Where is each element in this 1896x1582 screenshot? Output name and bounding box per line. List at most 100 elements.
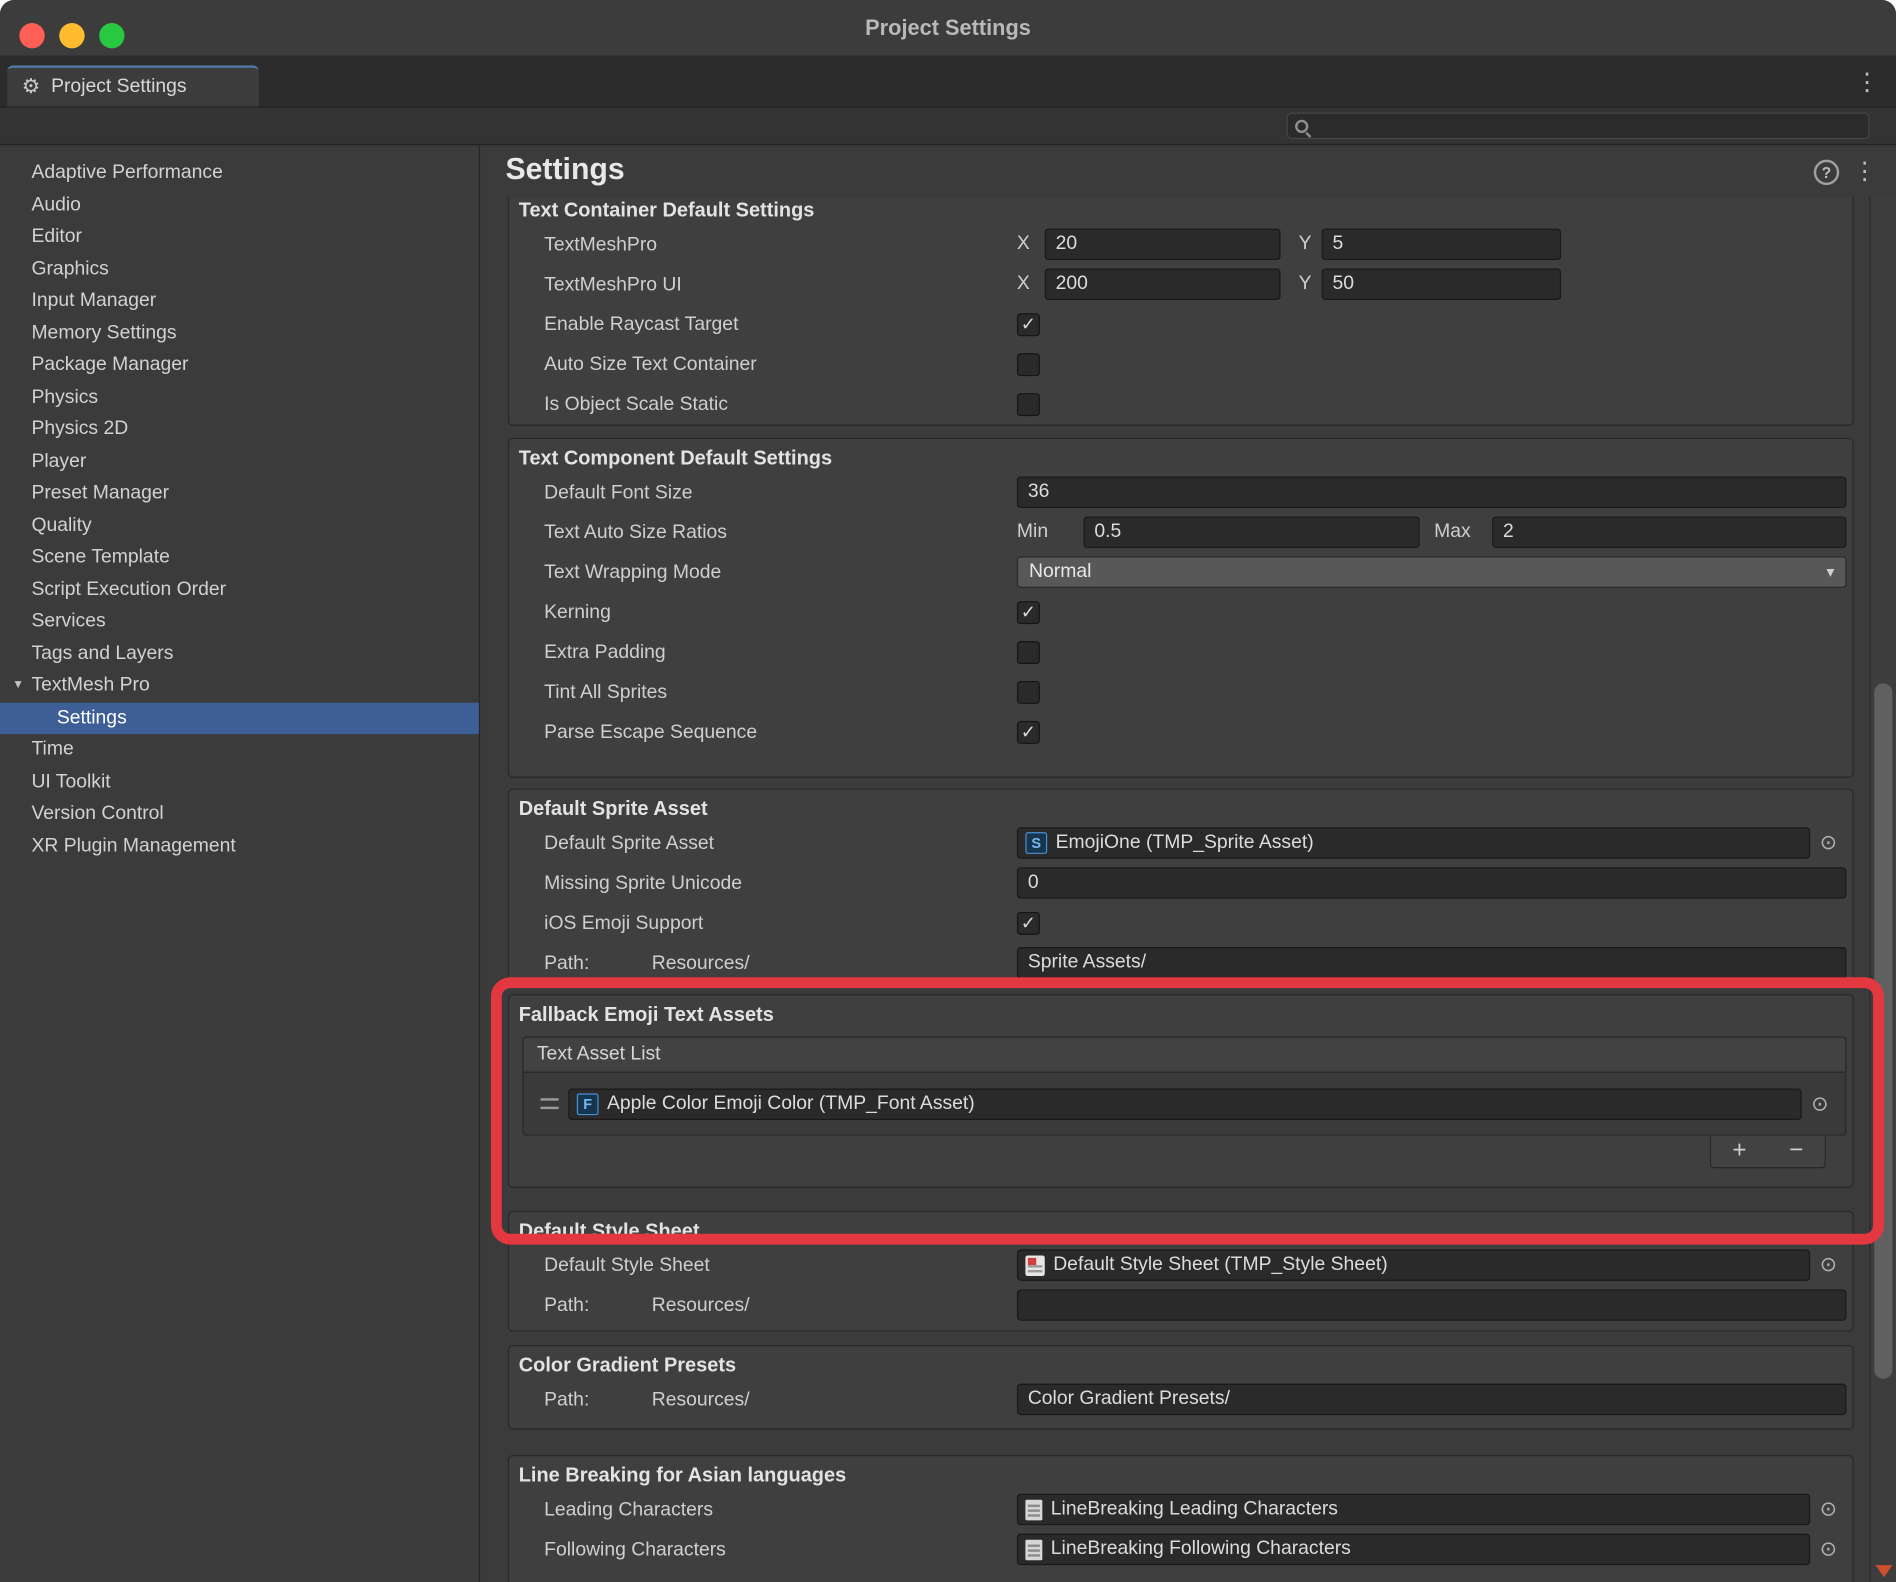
- textmeshpro-ui-y-input[interactable]: [1322, 269, 1561, 300]
- sidebar-item-adaptive-performance[interactable]: Adaptive Performance: [0, 157, 479, 189]
- text-asset-icon: [1025, 1539, 1042, 1560]
- sidebar-item-player[interactable]: Player: [0, 446, 479, 478]
- object-value: Apple Color Emoji Color (TMP_Font Asset): [607, 1093, 975, 1115]
- ios-emoji-support-checkbox[interactable]: [1017, 911, 1040, 934]
- tab-project-settings[interactable]: ⚙ Project Settings: [7, 65, 259, 106]
- foldout-icon[interactable]: ▼: [12, 670, 24, 702]
- sidebar-item-memory-settings[interactable]: Memory Settings: [0, 317, 479, 349]
- panel-menu-icon[interactable]: ⋮: [1852, 156, 1876, 186]
- kerning-checkbox[interactable]: [1017, 601, 1040, 624]
- tint-all-sprites-checkbox[interactable]: [1017, 680, 1040, 703]
- default-sprite-asset-field[interactable]: S EmojiOne (TMP_Sprite Asset): [1017, 827, 1810, 858]
- remove-item-button[interactable]: −: [1768, 1136, 1825, 1167]
- sidebar-item-textmesh-pro[interactable]: ▼ TextMesh Pro: [0, 670, 479, 702]
- sidebar-item-services[interactable]: Services: [0, 606, 479, 638]
- add-item-button[interactable]: +: [1711, 1136, 1768, 1167]
- object-picker-icon[interactable]: ⊙: [1810, 831, 1846, 855]
- gradient-path-input[interactable]: [1017, 1384, 1847, 1415]
- field-label: Default Style Sheet: [544, 1246, 710, 1286]
- auto-size-min-input[interactable]: [1083, 516, 1419, 547]
- sprite-path-input[interactable]: [1017, 947, 1847, 978]
- scrollbar-thumb[interactable]: [1874, 683, 1892, 1378]
- search-box[interactable]: [1287, 112, 1870, 139]
- text-asset-list-header: Text Asset List: [522, 1037, 1846, 1073]
- sidebar-item-graphics[interactable]: Graphics: [0, 253, 479, 285]
- parse-escape-sequence-checkbox[interactable]: [1017, 720, 1040, 743]
- path-prefix-label: Resources/: [652, 1286, 750, 1326]
- tab-menu-icon[interactable]: ⋮: [1855, 67, 1879, 97]
- sidebar-item-quality[interactable]: Quality: [0, 510, 479, 542]
- textmeshpro-x-input[interactable]: [1045, 229, 1281, 260]
- is-object-scale-static-checkbox[interactable]: [1017, 392, 1040, 415]
- scroll-down-arrow[interactable]: [1875, 1565, 1892, 1577]
- auto-size-max-input[interactable]: [1492, 516, 1846, 547]
- field-label: Extra Padding: [544, 633, 666, 673]
- row-textmeshpro-ui: TextMeshPro UI X Y: [509, 265, 1852, 305]
- following-characters-field[interactable]: LineBreaking Following Characters: [1017, 1534, 1810, 1565]
- row-default-style-sheet: Default Style Sheet Default Style Sheet …: [509, 1246, 1852, 1286]
- row-parse-escape-sequence: Parse Escape Sequence: [509, 712, 1852, 752]
- fallback-font-asset-field[interactable]: F Apple Color Emoji Color (TMP_Font Asse…: [568, 1088, 1801, 1119]
- sidebar-item-textmesh-pro-settings[interactable]: Settings: [0, 702, 479, 734]
- object-picker-icon[interactable]: ⊙: [1810, 1497, 1846, 1521]
- row-following-characters: Following Characters LineBreaking Follow…: [509, 1530, 1852, 1570]
- settings-panel: Settings ? ⋮ Text Container Default Sett…: [480, 146, 1896, 1582]
- text-asset-list: F Apple Color Emoji Color (TMP_Font Asse…: [522, 1073, 1846, 1136]
- default-font-size-input[interactable]: [1017, 477, 1847, 508]
- row-gradient-path: Path: Resources/: [509, 1380, 1852, 1420]
- row-is-object-scale-static: Is Object Scale Static: [509, 385, 1852, 425]
- sidebar-item-tags-and-layers[interactable]: Tags and Layers: [0, 638, 479, 670]
- row-default-sprite-asset: Default Sprite Asset S EmojiOne (TMP_Spr…: [509, 824, 1852, 864]
- enable-raycast-target-checkbox[interactable]: [1017, 313, 1040, 336]
- object-picker-icon[interactable]: ⊙: [1802, 1092, 1838, 1116]
- field-label: Default Font Size: [544, 473, 692, 513]
- field-label: Path:: [544, 943, 589, 983]
- field-label: Path:: [544, 1380, 589, 1420]
- object-picker-icon[interactable]: ⊙: [1810, 1537, 1846, 1561]
- sidebar-item-script-execution-order[interactable]: Script Execution Order: [0, 574, 479, 606]
- object-value: EmojiOne (TMP_Sprite Asset): [1056, 832, 1314, 854]
- row-kerning: Kerning: [509, 593, 1852, 633]
- drag-handle-icon[interactable]: [541, 1098, 559, 1109]
- chevron-down-icon: ▾: [1826, 562, 1834, 581]
- object-picker-icon[interactable]: ⊙: [1810, 1253, 1846, 1277]
- sidebar-item-package-manager[interactable]: Package Manager: [0, 350, 479, 382]
- field-label: Path:: [544, 1286, 589, 1326]
- sidebar-item-input-manager[interactable]: Input Manager: [0, 285, 479, 317]
- project-settings-window: Project Settings ⚙ Project Settings ⋮ Ad…: [0, 0, 1896, 1582]
- help-icon[interactable]: ?: [1814, 160, 1839, 185]
- leading-characters-field[interactable]: LineBreaking Leading Characters: [1017, 1494, 1810, 1525]
- sidebar-item-xr-plugin-management[interactable]: XR Plugin Management: [0, 830, 479, 862]
- page-title: Settings: [505, 152, 624, 187]
- sidebar-item-physics[interactable]: Physics: [0, 382, 479, 414]
- sidebar-item-label: TextMesh Pro: [31, 675, 149, 696]
- sidebar-item-scene-template[interactable]: Scene Template: [0, 542, 479, 574]
- section-text-component-defaults: Text Component Default Settings Default …: [508, 438, 1854, 778]
- extra-padding-checkbox[interactable]: [1017, 640, 1040, 663]
- sidebar-item-preset-manager[interactable]: Preset Manager: [0, 478, 479, 510]
- section-default-style-sheet: Default Style Sheet Default Style Sheet …: [508, 1211, 1854, 1332]
- field-label: Enable Raycast Target: [544, 305, 738, 345]
- default-style-sheet-field[interactable]: Default Style Sheet (TMP_Style Sheet): [1017, 1249, 1810, 1280]
- y-axis-label: Y: [1299, 273, 1322, 295]
- search-input[interactable]: [1317, 116, 1861, 135]
- text-wrapping-mode-dropdown[interactable]: Normal ▾: [1017, 556, 1847, 587]
- scrollbar[interactable]: [1869, 197, 1896, 1582]
- auto-size-text-container-checkbox[interactable]: [1017, 353, 1040, 376]
- sidebar-item-time[interactable]: Time: [0, 734, 479, 766]
- sidebar-item-version-control[interactable]: Version Control: [0, 798, 479, 830]
- list-item[interactable]: F Apple Color Emoji Color (TMP_Font Asse…: [524, 1073, 1846, 1135]
- min-label: Min: [1017, 521, 1084, 543]
- missing-sprite-unicode-input[interactable]: [1017, 867, 1847, 898]
- style-sheet-path-input[interactable]: [1017, 1289, 1847, 1320]
- sidebar-item-audio[interactable]: Audio: [0, 189, 479, 221]
- sidebar-item-ui-toolkit[interactable]: UI Toolkit: [0, 766, 479, 798]
- textmeshpro-y-input[interactable]: [1322, 229, 1561, 260]
- row-enable-raycast-target: Enable Raycast Target: [509, 305, 1852, 345]
- textmeshpro-ui-x-input[interactable]: [1045, 269, 1281, 300]
- sidebar-item-editor[interactable]: Editor: [0, 221, 479, 253]
- field-label: Kerning: [544, 593, 611, 633]
- gear-icon: ⚙: [22, 75, 40, 99]
- field-label: Parse Escape Sequence: [544, 712, 757, 752]
- sidebar-item-physics-2d[interactable]: Physics 2D: [0, 414, 479, 446]
